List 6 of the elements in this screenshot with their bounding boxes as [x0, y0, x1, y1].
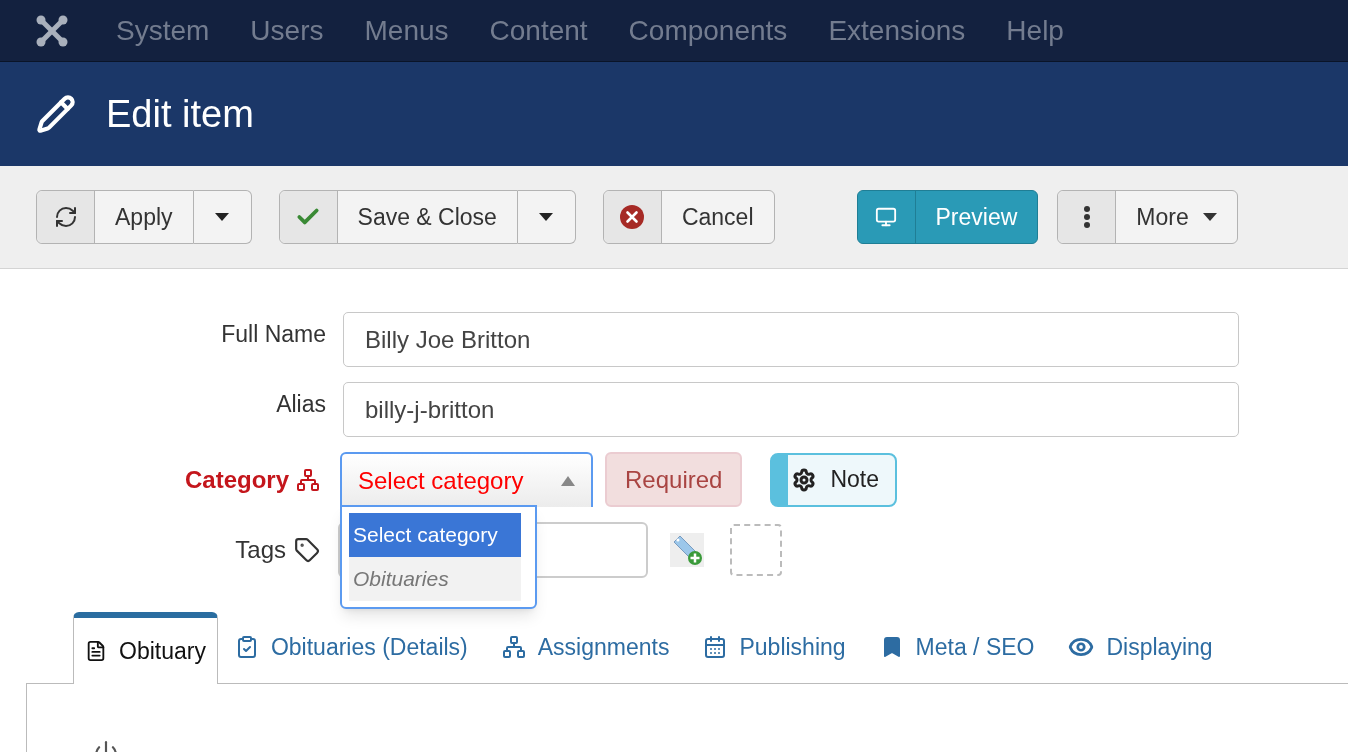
- required-badge: Required: [605, 452, 743, 507]
- page-title: Edit item: [106, 91, 254, 137]
- field-label: Alias: [276, 390, 326, 420]
- field-label: Tags: [235, 535, 286, 565]
- field-label: Category: [184, 464, 289, 495]
- field-label: Full Name: [221, 320, 326, 350]
